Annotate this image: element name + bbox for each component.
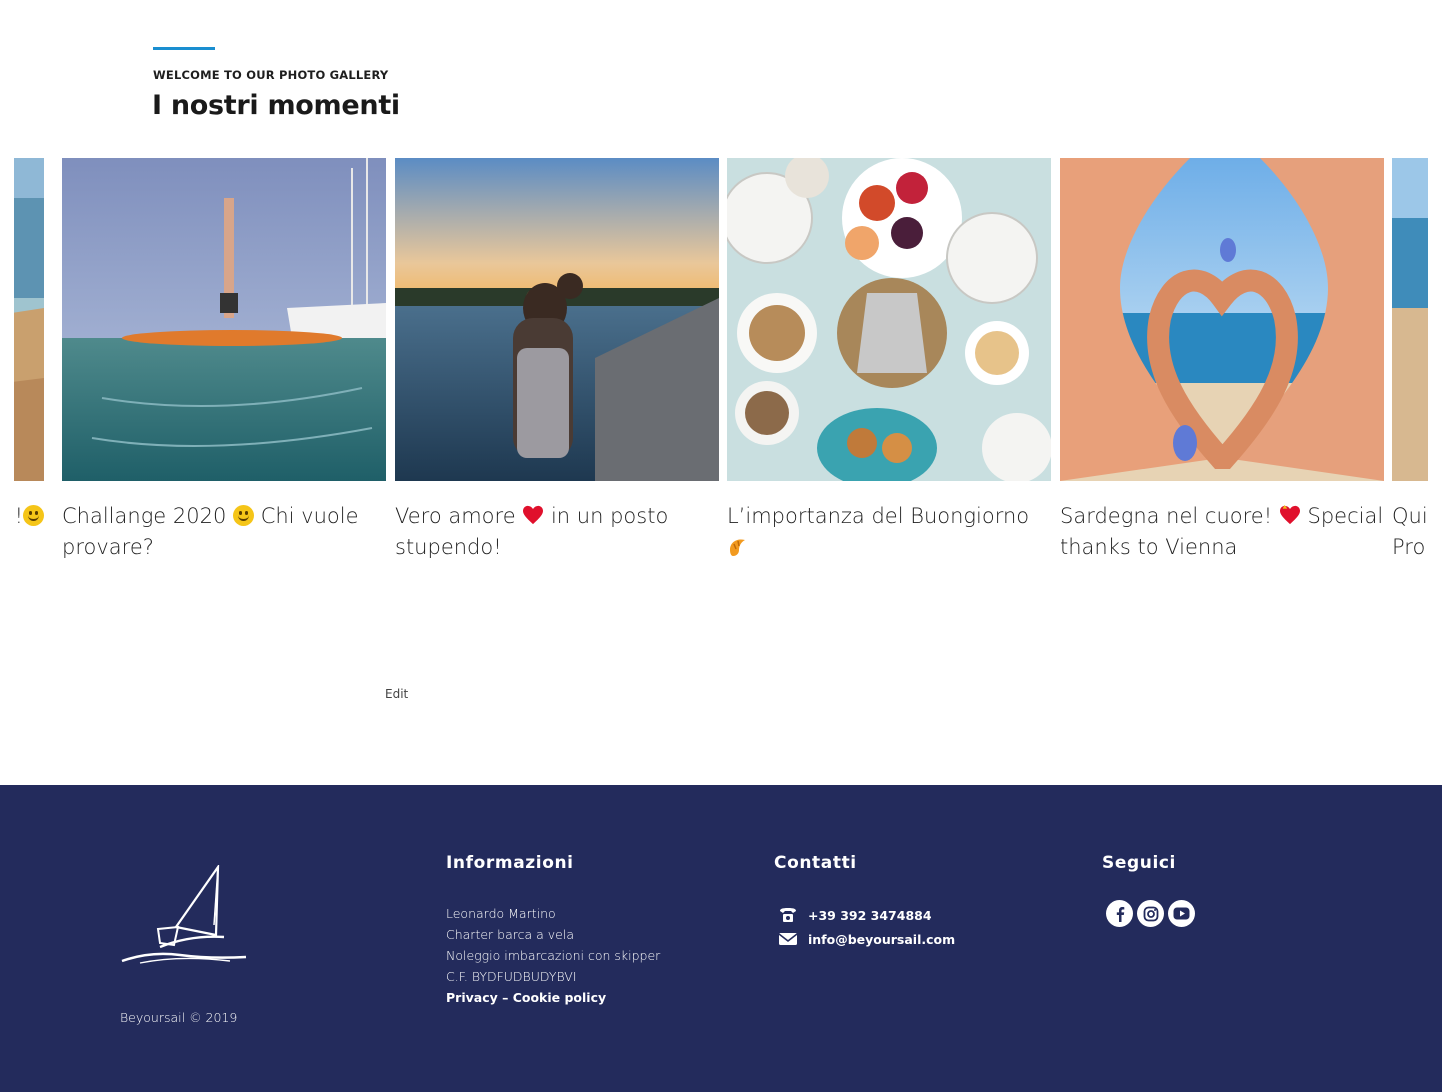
red-heart-icon [523, 505, 544, 525]
copyright: Beyoursail © 2019 [120, 1010, 238, 1025]
gallery-photo[interactable] [1060, 158, 1384, 481]
slightly-smiling-face-icon [233, 505, 255, 526]
privacy-policy-link[interactable]: Privacy – Cookie policy [446, 987, 660, 1008]
slide-caption: L’importanza del Buongiorno [727, 504, 1030, 528]
envelope-icon [778, 933, 798, 945]
site-footer: Beyoursail © 2019 Informazioni Leonardo … [0, 785, 1442, 1092]
relieved-face-icon [23, 505, 44, 526]
info-line: C.F. BYDFUDBUDYBVI [446, 969, 577, 984]
facebook-icon[interactable] [1106, 900, 1133, 927]
gallery-slide[interactable]: ! [14, 158, 44, 532]
slide-caption: ! [14, 504, 23, 528]
slide-caption: Pro [1392, 535, 1426, 559]
slide-caption: Sardegna nel cuore! [1060, 504, 1279, 528]
photo-carousel[interactable]: ! Challange 2020 Chi vuole provare? Vero… [14, 158, 1428, 578]
croissant-icon [730, 539, 745, 556]
email-link[interactable]: info@beyoursail.com [808, 932, 955, 947]
section-eyebrow: WELCOME TO OUR PHOTO GALLERY [153, 68, 389, 82]
gallery-photo[interactable] [14, 158, 44, 481]
gallery-slide[interactable]: L’importanza del Buongiorno [727, 158, 1051, 563]
slide-caption: Vero amore [395, 504, 523, 528]
footer-heading: Contatti [774, 853, 857, 873]
footer-heading: Seguici [1102, 853, 1176, 873]
info-line: Leonardo Martino [446, 906, 556, 921]
phone-link[interactable]: +39 392 3474884 [808, 908, 932, 923]
youtube-icon[interactable] [1168, 900, 1195, 927]
page-title: I nostri momenti [152, 90, 400, 121]
slide-caption: Challange 2020 [62, 504, 234, 528]
gallery-slide[interactable]: Sardegna nel cuore! Special thanks to Vi… [1060, 158, 1384, 563]
gallery-photo[interactable] [727, 158, 1051, 481]
gallery-photo[interactable] [62, 158, 386, 481]
gallery-slide[interactable]: Vero amore in un posto stupendo! [395, 158, 719, 563]
footer-info-column: Informazioni Leonardo Martino Charter ba… [446, 853, 660, 1008]
info-line: Noleggio imbarcazioni con skipper [446, 948, 661, 963]
footer-heading: Informazioni [446, 853, 574, 873]
footer-contact-column: Contatti +39 392 3474884 info@beyoursail… [774, 853, 955, 951]
gallery-photo[interactable] [1392, 158, 1428, 481]
gallery-slide[interactable]: Challange 2020 Chi vuole provare? [62, 158, 386, 563]
sailboat-logo-icon [121, 865, 247, 964]
gallery-photo[interactable] [395, 158, 719, 481]
section-accent-line [153, 47, 215, 50]
info-line: Charter barca a vela [446, 927, 574, 942]
gallery-slide[interactable]: Qui Pro [1392, 158, 1428, 563]
slide-caption: Qui [1392, 504, 1428, 528]
edit-link[interactable]: Edit [385, 687, 408, 701]
phone-icon [780, 908, 796, 922]
footer-social-column: Seguici [1102, 853, 1195, 927]
heart-with-ribbon-icon [1279, 505, 1300, 525]
social-links [1106, 900, 1195, 927]
instagram-icon[interactable] [1137, 900, 1164, 927]
